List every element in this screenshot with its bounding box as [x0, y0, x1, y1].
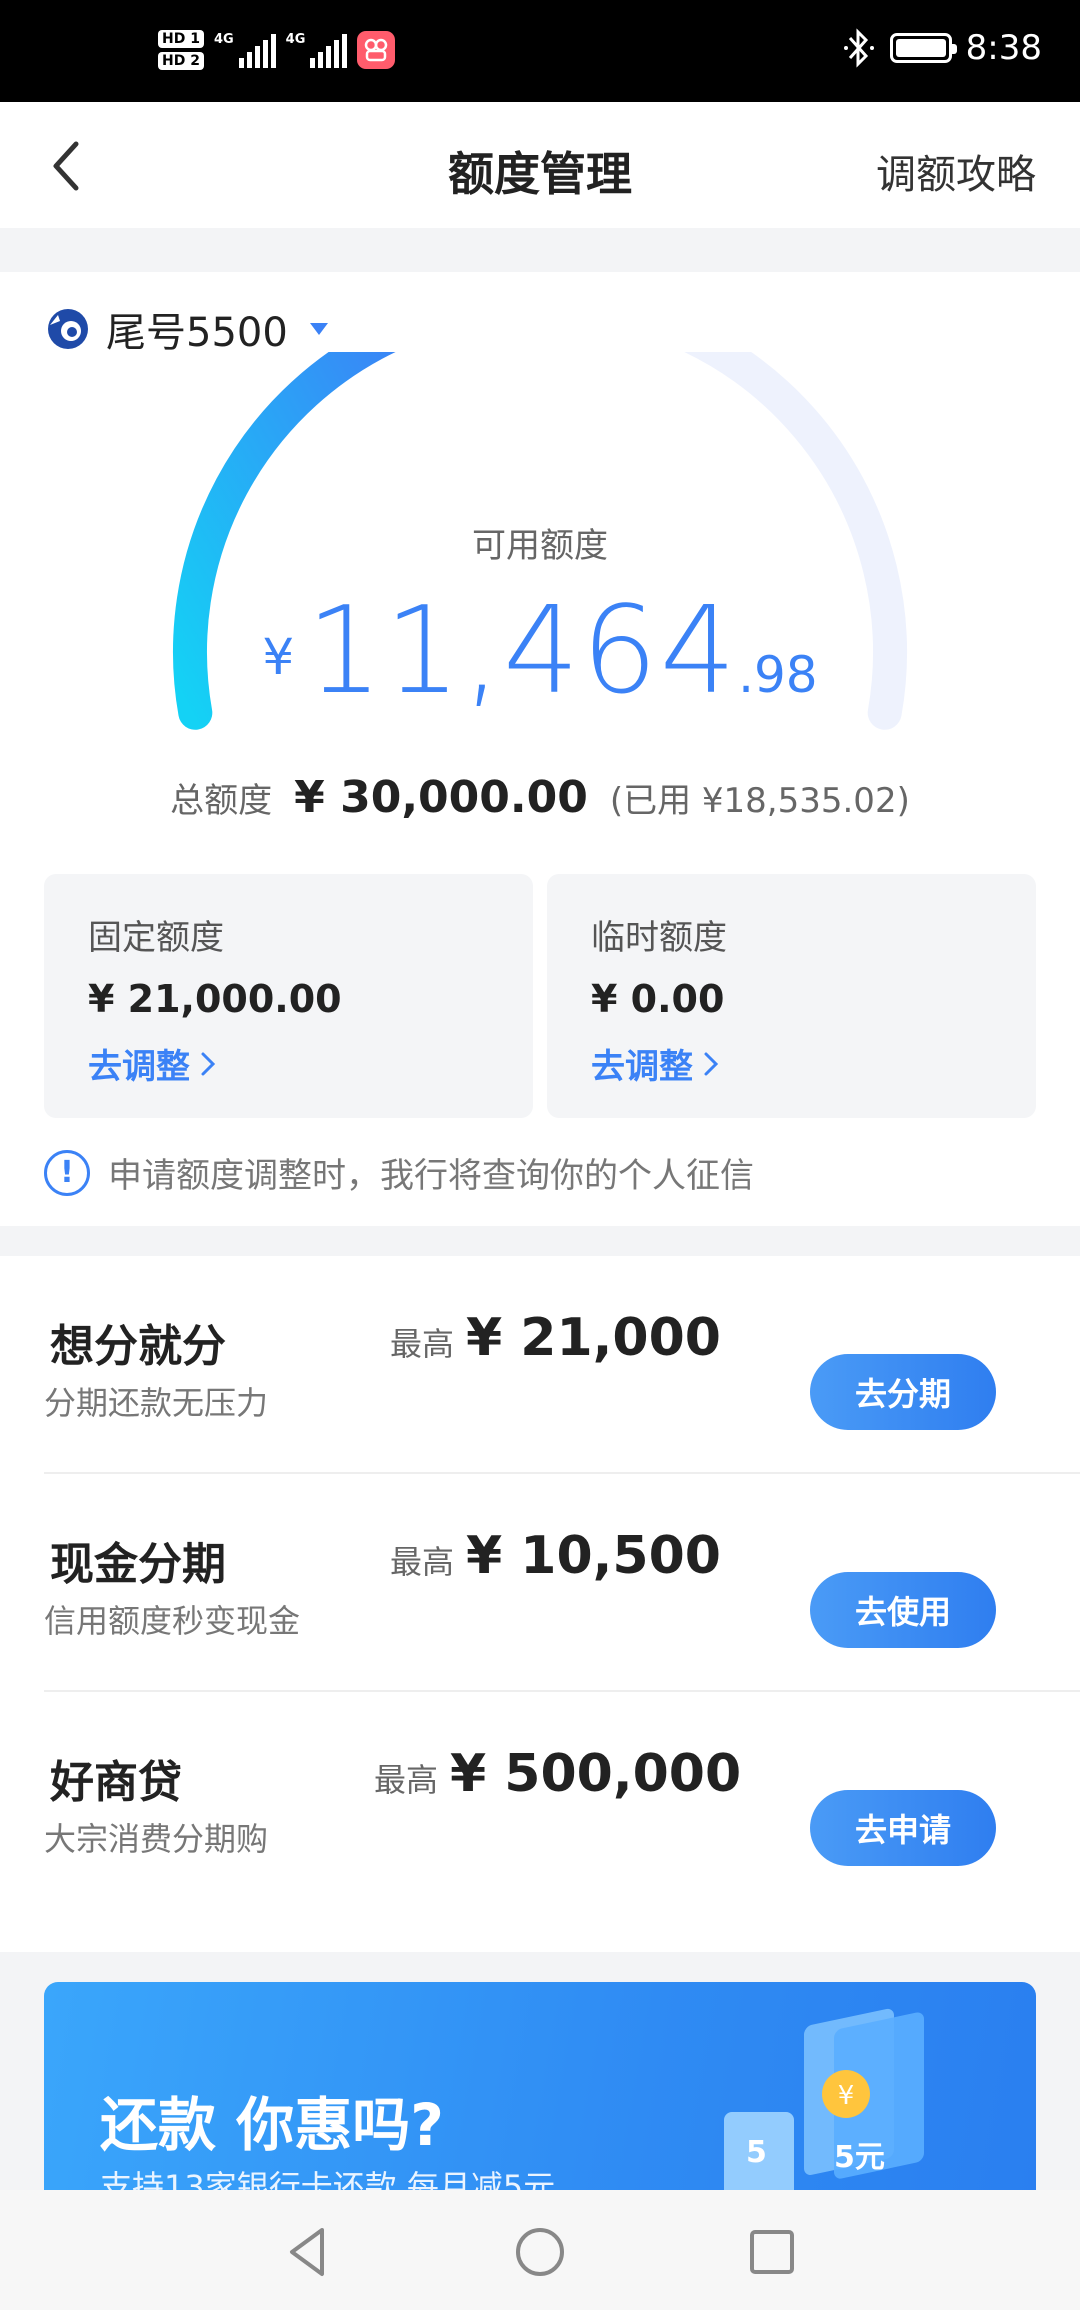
apply-loan-button[interactable]: 去申请 — [810, 1790, 996, 1866]
signal-2-icon: 4G — [286, 32, 348, 68]
card-selector[interactable]: 尾号5500 — [44, 300, 328, 358]
status-right: 8:38 — [842, 28, 1042, 68]
product-row: 好商贷 大宗消费分期购 最高 ¥ 500,000 去申请 — [44, 1692, 1080, 1910]
signal-1-icon: 4G — [214, 32, 276, 68]
temp-quota-title: 临时额度 — [591, 918, 727, 958]
product-desc: 信用额度秒变现金 — [44, 1602, 301, 1640]
total-amount: ¥ 30,000.00 — [294, 772, 588, 823]
max-amount: ¥ 21,000 — [466, 1308, 721, 1368]
status-bar: HD 1 HD 2 4G 4G 8:38 — [0, 0, 1080, 102]
app-header: 额度管理 调额攻略 — [0, 102, 1080, 228]
quota-boxes: 固定额度 ¥ 21,000.00 去调整 临时额度 ¥ 0.00 去调整 — [44, 874, 1036, 1118]
currency-symbol: ¥ — [262, 628, 295, 686]
product-max: 最高 ¥ 500,000 — [374, 1744, 741, 1804]
fixed-quota-title: 固定额度 — [88, 918, 224, 958]
product-name: 好商贷 — [50, 1757, 182, 1808]
max-amount: ¥ 500,000 — [450, 1744, 742, 1804]
bluetooth-icon — [843, 28, 874, 68]
fixed-quota-box: 固定额度 ¥ 21,000.00 去调整 — [44, 874, 533, 1118]
battery-icon — [889, 33, 957, 63]
banner-title: 还款 你惠吗? — [100, 2091, 444, 2159]
chevron-right-icon — [704, 1052, 719, 1075]
product-max: 最高 ¥ 21,000 — [390, 1308, 721, 1368]
adjust-label: 去调整 — [88, 1047, 190, 1087]
product-name: 现金分期 — [50, 1539, 226, 1590]
notice-text: 申请额度调整时，我行将查询你的个人征信 — [108, 1156, 754, 1196]
nav-back-icon[interactable] — [278, 2222, 338, 2282]
product-row: 想分就分 分期还款无压力 最高 ¥ 21,000 去分期 — [44, 1256, 1080, 1474]
total-label: 总额度 — [170, 781, 273, 821]
quota-card: 尾号5500 可用额度 ¥11,464.98 总额度 ¥ 30,000.00 (… — [0, 272, 1080, 1226]
used-amount: (已用 ¥18,535.02) — [609, 781, 910, 821]
back-chevron-icon[interactable] — [40, 136, 100, 196]
max-label: 最高 — [390, 1325, 455, 1363]
promo-banner[interactable]: 还款 你惠吗? 支持13家银行卡还款 每月减5元 ¥ 5 5元 — [44, 1982, 1036, 2192]
sim1-badge: HD 1 — [158, 30, 204, 48]
nav-recents-icon[interactable] — [742, 2222, 802, 2282]
available-label: 可用额度 — [472, 526, 608, 566]
adjust-label: 去调整 — [591, 1047, 693, 1087]
product-name: 想分就分 — [50, 1321, 226, 1372]
card-label-a: 5 — [746, 2135, 767, 2170]
card-label: 尾号5500 — [106, 310, 288, 356]
max-label: 最高 — [374, 1761, 439, 1799]
system-nav-bar — [0, 2190, 1080, 2310]
use-cash-button[interactable]: 去使用 — [810, 1572, 996, 1648]
installment-button[interactable]: 去分期 — [810, 1354, 996, 1430]
fixed-quota-adjust-link[interactable]: 去调整 — [88, 1039, 216, 1088]
sim2-badge: HD 2 — [158, 52, 204, 70]
max-label: 最高 — [390, 1543, 455, 1581]
network-type-2: 4G — [285, 32, 306, 47]
card-label-b: 5元 — [834, 2140, 885, 2175]
product-desc: 分期还款无压力 — [44, 1384, 269, 1422]
cards-coin-illustration-icon: ¥ 5 5元 — [724, 2008, 924, 2192]
available-integer: 11,464 — [306, 582, 739, 721]
status-left: HD 1 HD 2 4G 4G — [158, 30, 396, 70]
clock: 8:38 — [965, 28, 1042, 68]
chevron-right-icon — [201, 1052, 216, 1075]
app-notification-icon — [357, 31, 396, 69]
total-quota-row: 总额度 ¥ 30,000.00 (已用 ¥18,535.02) — [0, 772, 1080, 823]
credit-check-notice: ! 申请额度调整时，我行将查询你的个人征信 — [44, 1148, 754, 1197]
product-list: 想分就分 分期还款无压力 最高 ¥ 21,000 去分期 现金分期 信用额度秒变… — [0, 1256, 1080, 1952]
info-exclamation-icon: ! — [44, 1149, 90, 1196]
fixed-quota-value: ¥ 21,000.00 — [88, 977, 342, 1021]
coin-symbol: ¥ — [838, 2081, 855, 2111]
temp-quota-value: ¥ 0.00 — [591, 977, 725, 1021]
triangle-down-icon — [309, 323, 328, 335]
bank-logo-icon — [48, 309, 88, 349]
product-row: 现金分期 信用额度秒变现金 最高 ¥ 10,500 去使用 — [44, 1474, 1080, 1692]
network-type-1: 4G — [213, 32, 234, 47]
product-max: 最高 ¥ 10,500 — [390, 1526, 721, 1586]
temp-quota-adjust-link[interactable]: 去调整 — [591, 1039, 719, 1088]
temp-quota-box: 临时额度 ¥ 0.00 去调整 — [547, 874, 1036, 1118]
product-desc: 大宗消费分期购 — [44, 1820, 269, 1858]
nav-home-icon[interactable] — [510, 2222, 570, 2282]
adjust-strategy-link[interactable]: 调额攻略 — [876, 142, 1036, 200]
max-amount: ¥ 10,500 — [466, 1526, 721, 1586]
sim-indicators: HD 1 HD 2 — [158, 30, 204, 70]
available-amount: ¥11,464.98 — [0, 582, 1080, 721]
available-decimal: .98 — [738, 646, 818, 704]
banner-subtitle: 支持13家银行卡还款 每月减5元 — [100, 2168, 556, 2192]
